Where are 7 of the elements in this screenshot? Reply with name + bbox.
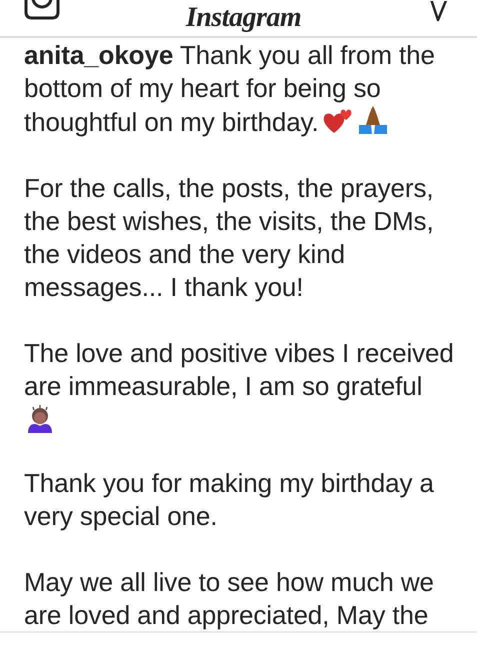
caption-paragraph: Thank you for making my birthday a very special one. xyxy=(24,467,435,533)
instagram-logo: Instagram xyxy=(186,2,302,34)
caption-paragraph: May we all live to see how much we are loved and appreciated, May the xyxy=(24,566,435,632)
caption-paragraph: The love and positive vibes I received are immeasurable, I am so grateful xyxy=(24,337,455,403)
hearts-icon xyxy=(322,107,353,135)
caption-paragraph: For the calls, the posts, the prayers, the best wishes, the visits, the DMs, the videos and the very kind messages... I thank you! xyxy=(24,172,435,304)
caption-paragraph: anita_okoye Thank you all from the bottom of my heart for being so thoughtful on my birthday. xyxy=(24,39,436,139)
